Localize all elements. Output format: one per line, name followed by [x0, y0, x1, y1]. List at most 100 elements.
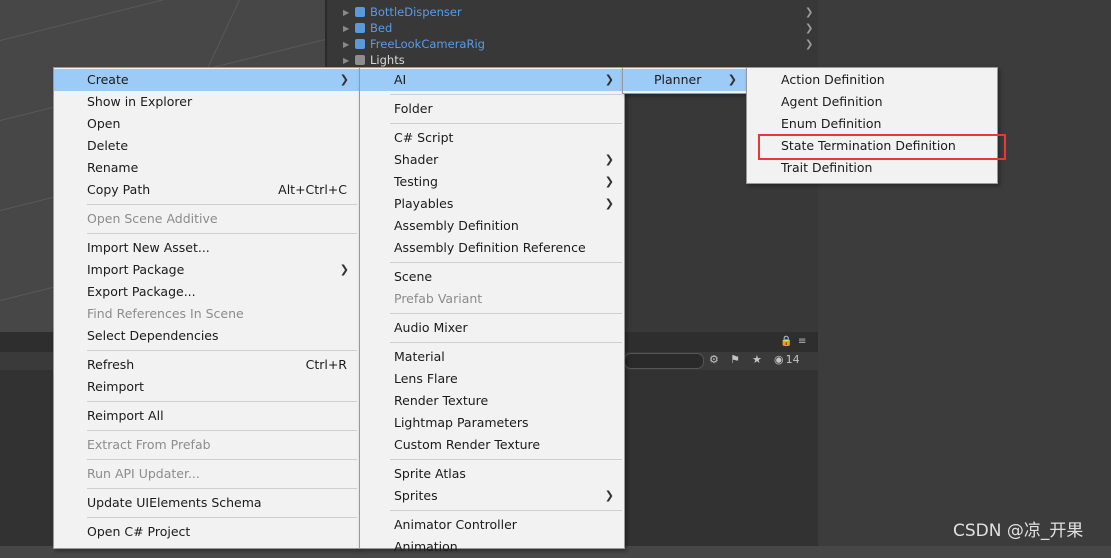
- menu-item-lightmap-parameters[interactable]: Lightmap Parameters: [360, 412, 624, 434]
- hierarchy-item-label: Lights: [370, 53, 405, 67]
- submenu-arrow-icon: ❯: [604, 73, 614, 86]
- menu-item-label: Lens Flare: [394, 371, 458, 386]
- menu-item-testing[interactable]: Testing ❯: [360, 171, 624, 193]
- menu-item-playables[interactable]: Playables ❯: [360, 193, 624, 215]
- menu-item-assembly-definition-reference[interactable]: Assembly Definition Reference: [360, 237, 624, 259]
- hierarchy-item[interactable]: ▶ FreeLookCameraRig ❯: [343, 36, 813, 52]
- menu-item-export-package[interactable]: Export Package...: [54, 281, 359, 303]
- hierarchy-item-label: FreeLookCameraRig: [370, 37, 485, 51]
- menu-item-import-package[interactable]: Import Package ❯: [54, 259, 359, 281]
- menu-item-state-termination-definition[interactable]: State Termination Definition: [747, 134, 1006, 160]
- menu-item-label: Assembly Definition: [394, 218, 519, 233]
- submenu-arrow-icon: ❯: [339, 263, 349, 276]
- menu-item-import-new-asset[interactable]: Import New Asset...: [54, 237, 359, 259]
- menu-item-label: Rename: [87, 160, 139, 175]
- menu-item-sprites[interactable]: Sprites ❯: [360, 485, 624, 507]
- search-input[interactable]: [624, 353, 704, 369]
- menu-item-open-scene-additive: Open Scene Additive: [54, 208, 359, 230]
- menu-item-label: Delete: [87, 138, 129, 153]
- menu-item-label: Open: [87, 116, 121, 131]
- menu-item-show-in-explorer[interactable]: Show in Explorer: [54, 91, 359, 113]
- visibility-count[interactable]: ◉ 14: [774, 353, 800, 366]
- expand-arrow-icon[interactable]: ▶: [343, 8, 355, 17]
- menu-item-label: Reimport All: [87, 408, 164, 423]
- menu-item-label: Custom Render Texture: [394, 437, 541, 452]
- menu-item-label: Prefab Variant: [394, 291, 483, 306]
- expand-arrow-icon[interactable]: ▶: [343, 24, 355, 33]
- menu-item-audio-mixer[interactable]: Audio Mixer: [360, 317, 624, 339]
- filter-type-icon[interactable]: ⚙: [709, 353, 719, 366]
- menu-item-open[interactable]: Open: [54, 113, 359, 135]
- menu-item-agent-definition[interactable]: Agent Definition: [747, 91, 997, 113]
- menu-item-label: Enum Definition: [781, 116, 882, 131]
- menu-item-label: Agent Definition: [781, 94, 883, 109]
- menu-item-label: Folder: [394, 101, 433, 116]
- menu-item-delete[interactable]: Delete: [54, 135, 359, 157]
- menu-separator: [87, 233, 357, 234]
- menu-item-animation[interactable]: Animation: [360, 536, 624, 558]
- menu-item-rename[interactable]: Rename: [54, 157, 359, 179]
- menu-item-trait-definition[interactable]: Trait Definition: [747, 157, 997, 179]
- menu-item-extract-from-prefab: Extract From Prefab: [54, 434, 359, 456]
- menu-item-enum-definition[interactable]: Enum Definition: [747, 113, 997, 135]
- menu-item-custom-render-texture[interactable]: Custom Render Texture: [360, 434, 624, 456]
- menu-item-lens-flare[interactable]: Lens Flare: [360, 368, 624, 390]
- menu-item-create[interactable]: Create ❯: [54, 69, 359, 91]
- menu-item-c-script[interactable]: C# Script: [360, 127, 624, 149]
- menu-item-assembly-definition[interactable]: Assembly Definition: [360, 215, 624, 237]
- menu-separator: [390, 510, 622, 511]
- menu-item-shader[interactable]: Shader ❯: [360, 149, 624, 171]
- menu-separator: [87, 459, 357, 460]
- menu-item-material[interactable]: Material: [360, 346, 624, 368]
- menu-item-copy-path[interactable]: Copy Path Alt+Ctrl+C: [54, 179, 359, 201]
- menu-separator: [390, 459, 622, 460]
- menu-item-label: Import New Asset...: [87, 240, 210, 255]
- menu-separator: [87, 350, 357, 351]
- menu-item-run-api-updater: Run API Updater...: [54, 463, 359, 485]
- expand-arrow-icon[interactable]: ▶: [343, 40, 355, 49]
- eye-icon: ◉: [774, 353, 784, 366]
- label-tag-icon[interactable]: ⚑: [730, 353, 740, 366]
- menu-item-label: Open Scene Additive: [87, 211, 218, 226]
- menu-separator: [390, 94, 622, 95]
- submenu-arrow-icon: ❯: [339, 73, 349, 86]
- expand-arrow-icon[interactable]: ▶: [343, 56, 355, 65]
- menu-item-planner[interactable]: Planner ❯: [623, 69, 747, 91]
- lock-icon[interactable]: 🔒: [780, 336, 792, 347]
- menu-item-sprite-atlas[interactable]: Sprite Atlas: [360, 463, 624, 485]
- menu-icon[interactable]: ≡: [798, 336, 806, 347]
- menu-item-label: Planner: [654, 72, 702, 87]
- menu-item-label: Show in Explorer: [87, 94, 193, 109]
- menu-separator: [87, 488, 357, 489]
- hierarchy-item-label: Bed: [370, 21, 393, 35]
- star-icon[interactable]: ★: [752, 353, 762, 366]
- menu-item-ai[interactable]: AI ❯: [360, 69, 624, 91]
- hierarchy-item[interactable]: ▶ Bed ❯: [343, 20, 813, 36]
- visibility-count-value: 14: [785, 353, 800, 366]
- menu-item-update-uielements-schema[interactable]: Update UIElements Schema: [54, 492, 359, 514]
- menu-item-select-dependencies[interactable]: Select Dependencies: [54, 325, 359, 347]
- menu-item-refresh[interactable]: Refresh Ctrl+R: [54, 354, 359, 376]
- chevron-right-icon[interactable]: ❯: [805, 39, 813, 50]
- menu-item-action-definition[interactable]: Action Definition: [747, 69, 997, 91]
- menu-item-reimport-all[interactable]: Reimport All: [54, 405, 359, 427]
- menu-item-folder[interactable]: Folder: [360, 98, 624, 120]
- menu-item-reimport[interactable]: Reimport: [54, 376, 359, 398]
- menu-item-label: Sprite Atlas: [394, 466, 466, 481]
- menu-item-scene[interactable]: Scene: [360, 266, 624, 288]
- menu-item-animator-controller[interactable]: Animator Controller: [360, 514, 624, 536]
- hierarchy-item[interactable]: ▶ BottleDispenser ❯: [343, 4, 813, 20]
- menu-item-label: Shader: [394, 152, 439, 167]
- menu-item-label: Animation: [394, 539, 458, 554]
- hierarchy-item[interactable]: ▶ Lights: [343, 52, 405, 68]
- menu-item-label: Playables: [394, 196, 454, 211]
- submenu-arrow-icon: ❯: [604, 153, 614, 166]
- chevron-right-icon[interactable]: ❯: [805, 7, 813, 18]
- chevron-right-icon[interactable]: ❯: [805, 23, 813, 34]
- menu-item-label: Copy Path: [87, 182, 151, 197]
- gameobject-cube-icon: [355, 55, 365, 65]
- assets-context-menu: Create ❯ Show in Explorer Open Delete Rename C…: [53, 67, 360, 549]
- menu-item-render-texture[interactable]: Render Texture: [360, 390, 624, 412]
- menu-item-open-c-project[interactable]: Open C# Project: [54, 521, 359, 543]
- menu-item-prefab-variant: Prefab Variant: [360, 288, 624, 310]
